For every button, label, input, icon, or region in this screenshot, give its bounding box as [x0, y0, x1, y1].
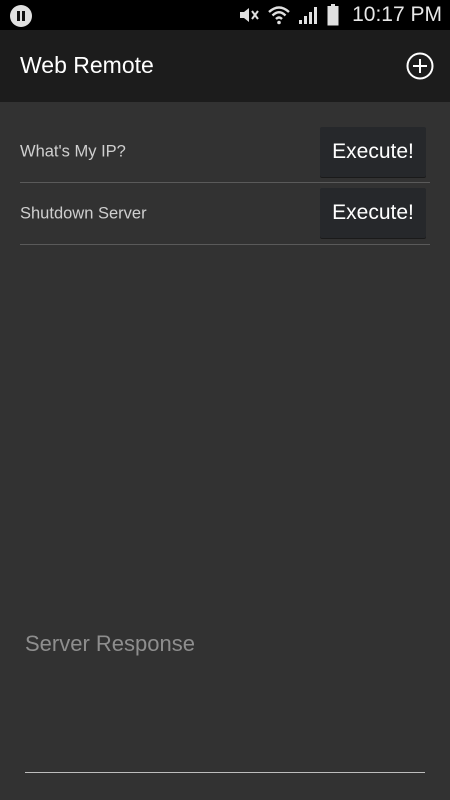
action-bar: Web Remote — [0, 30, 450, 102]
add-circle-icon — [406, 52, 434, 80]
mute-icon — [240, 8, 259, 22]
app-title: Web Remote — [20, 52, 154, 78]
status-left — [10, 5, 32, 27]
command-label: Shutdown Server — [20, 204, 147, 222]
command-list: What's My IP? Execute! Shutdown Server E… — [20, 122, 430, 245]
pause-icon — [10, 5, 32, 27]
screen: 10:17 PM Web Remote What's My IP? Execut… — [0, 0, 450, 800]
add-command-button[interactable] — [406, 52, 434, 80]
status-clock: 10:17 PM — [352, 3, 442, 26]
status-right: 10:17 PM — [238, 2, 442, 28]
server-response-placeholder: Server Response — [25, 631, 195, 656]
battery-icon — [327, 4, 339, 26]
execute-button[interactable]: Execute! — [320, 188, 426, 238]
list-item: What's My IP? Execute! — [20, 122, 430, 183]
server-response-underline — [25, 772, 425, 773]
signal-icon — [299, 7, 318, 24]
execute-button[interactable]: Execute! — [320, 127, 426, 177]
list-item: Shutdown Server Execute! — [20, 183, 430, 245]
command-label: What's My IP? — [20, 142, 126, 161]
wifi-icon — [268, 6, 290, 25]
status-bar: 10:17 PM — [0, 0, 450, 30]
